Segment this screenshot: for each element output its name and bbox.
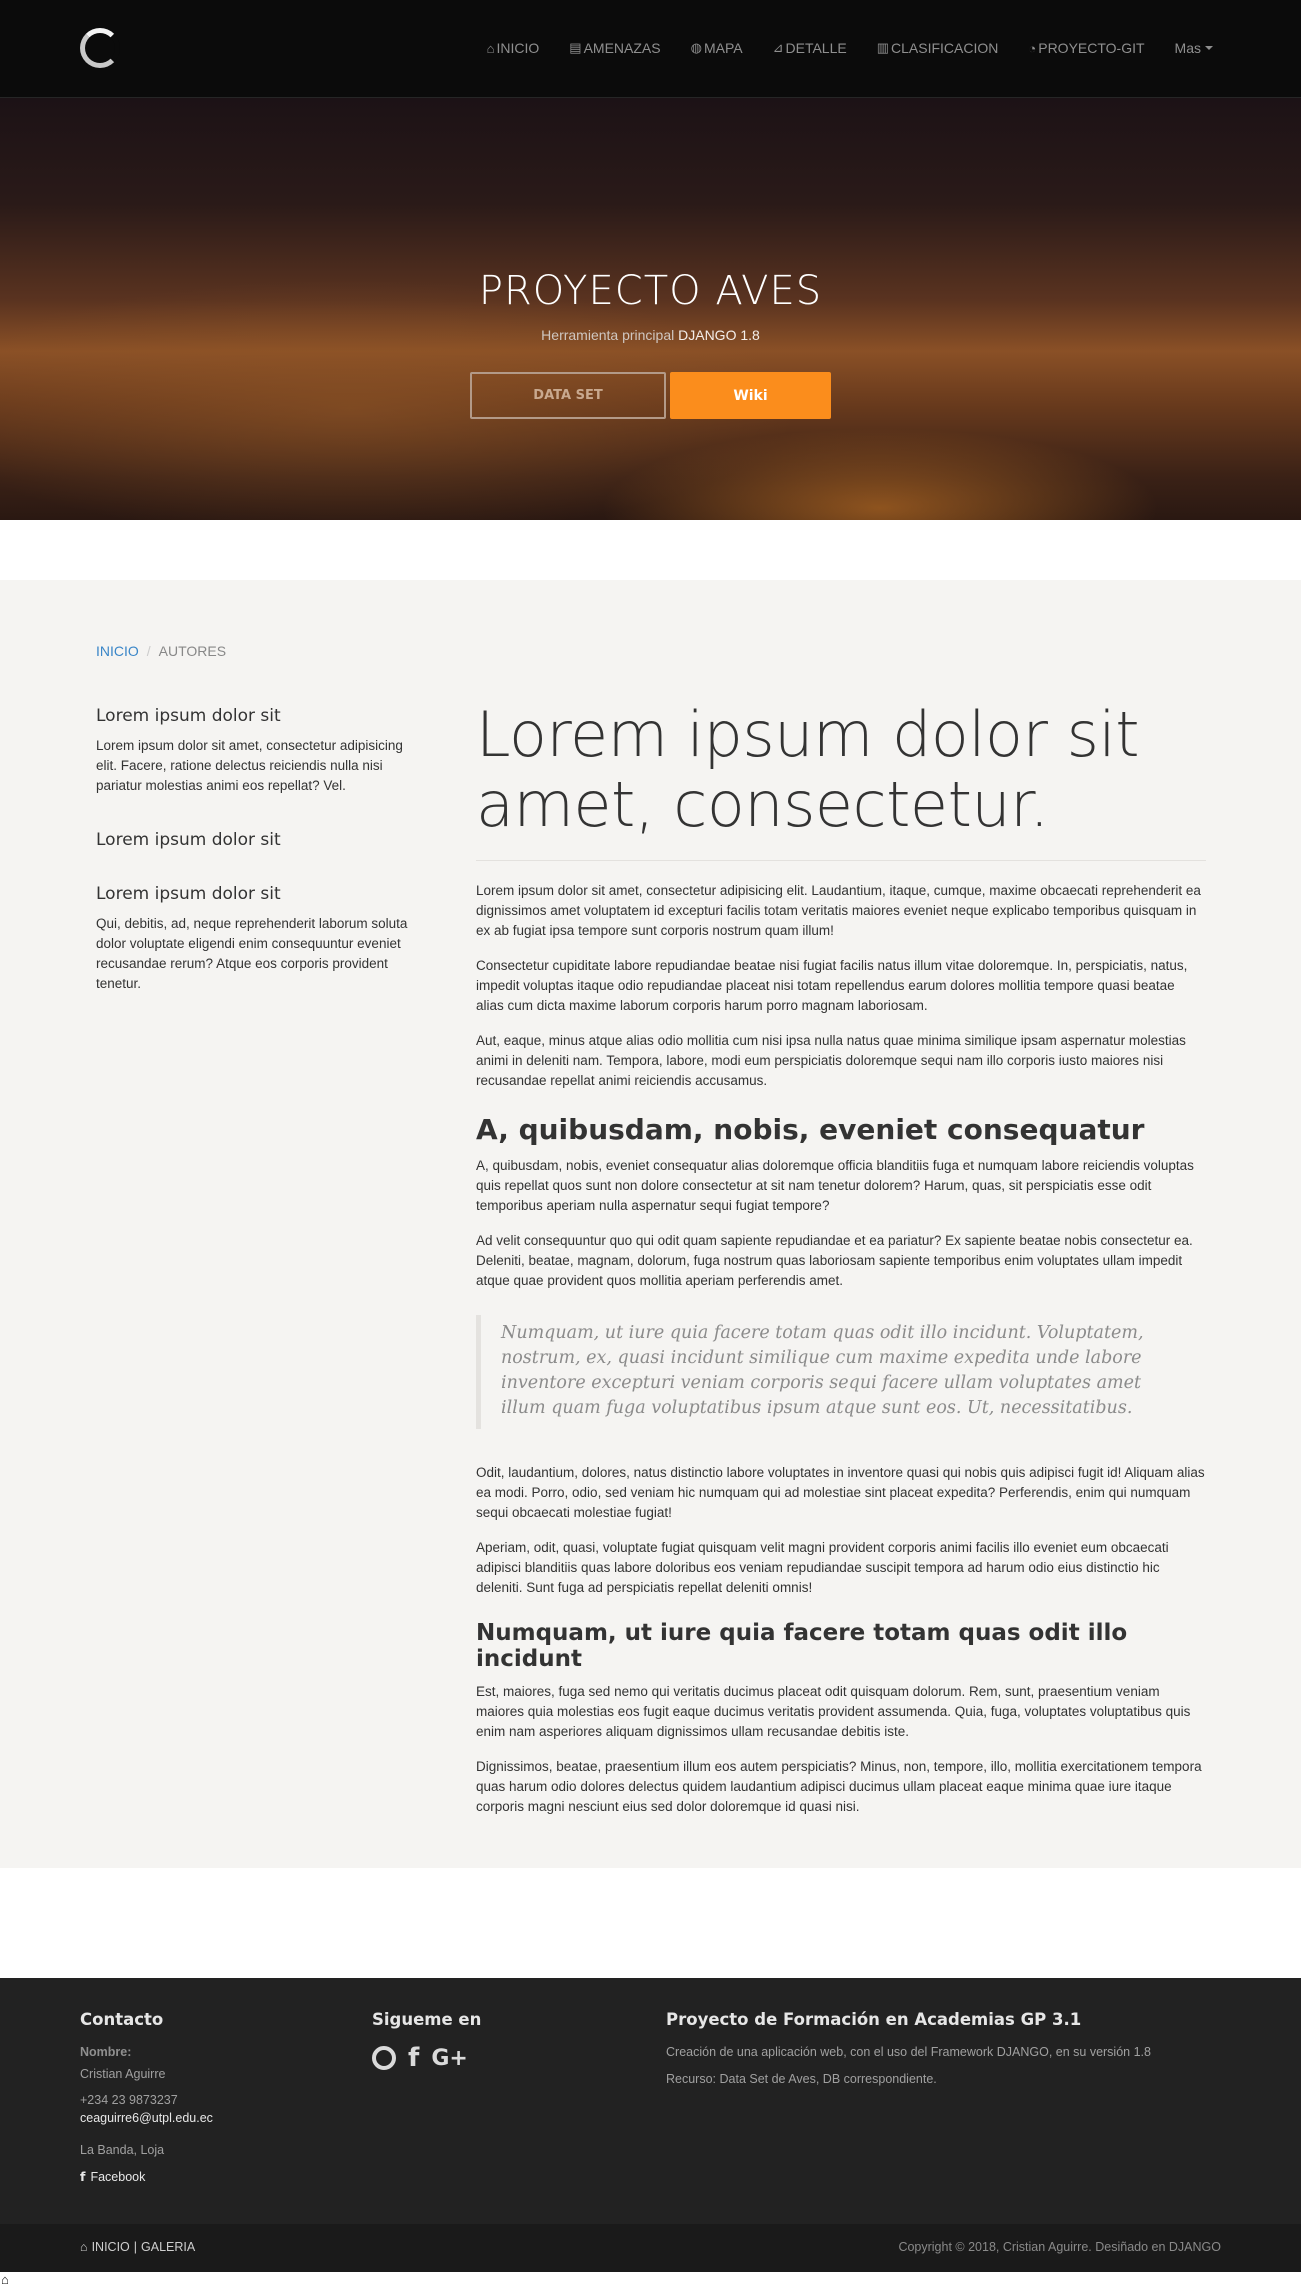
sidebar-block: Lorem ipsum dolor sit Qui, debitis, ad, … <box>96 884 426 994</box>
logo-icon[interactable] <box>80 28 120 68</box>
line-chart-icon: ⊿ <box>772 40 784 55</box>
sidebar-heading: Lorem ipsum dolor sit <box>96 830 281 850</box>
project-resource: Recurso: Data Set de Aves, DB correspond… <box>666 2072 937 2086</box>
social-icons: f G+ <box>372 2043 622 2073</box>
contact-name: Cristian Aguirre <box>80 2067 166 2081</box>
nav-item-detalle[interactable]: ⊿ DETALLE <box>773 40 847 56</box>
google-plus-icon[interactable]: G+ <box>431 2046 468 2071</box>
bottom-link-galeria[interactable]: GALERIA <box>141 2240 195 2254</box>
article-blockquote: Numquam, ut iure quia facere totam quas … <box>476 1315 1206 1429</box>
project-description: Creación de una aplicación web, con el u… <box>666 2045 1151 2059</box>
github-icon: ◔ <box>1028 40 1037 56</box>
copyright: Copyright © 2018, Cristian Aguirre. Desi… <box>898 2240 1221 2254</box>
article-paragraph: Lorem ipsum dolor sit amet, consectetur … <box>476 883 1201 938</box>
hero-subtitle: Herramienta principal DJANGO 1.8 <box>0 327 1301 343</box>
main-content: INICIO / AUTORES Lorem ipsum dolor sit L… <box>0 580 1301 1868</box>
article-paragraph: Dignissimos, beatae, praesentium illum e… <box>476 1759 1202 1814</box>
facebook-link[interactable]: f Facebook <box>80 2169 340 2184</box>
home-icon: ⌂ <box>80 2240 88 2254</box>
hero-banner: PROYECTO AVES Herramienta principal DJAN… <box>0 98 1301 520</box>
article-paragraph: Est, maiores, fuga sed nemo qui veritati… <box>476 1684 1191 1739</box>
sidebar-text: Qui, debitis, ad, neque reprehenderit la… <box>96 916 408 991</box>
contact-location: La Banda, Loja <box>80 2143 165 2157</box>
contact-email[interactable]: ceaguirre6@utpl.edu.ec <box>80 2109 340 2127</box>
dataset-button[interactable]: DATA SET <box>470 372 666 419</box>
caret-down-icon <box>1205 46 1213 50</box>
hero-subtitle-prefix: Herramienta principal <box>541 327 675 343</box>
sidebar: Lorem ipsum dolor sit Lorem ipsum dolor … <box>96 706 426 1028</box>
bottom-nav: ⌂ INICIO | GALERIA <box>80 2240 195 2254</box>
footer-project: Proyecto de Formación en Academias GP 3.… <box>666 2010 1226 2088</box>
facebook-icon[interactable]: f <box>408 2043 419 2073</box>
contact-phone: +234 23 9873237 <box>80 2093 178 2107</box>
nav-item-amenazas[interactable]: ▤ AMENAZAS <box>569 40 660 56</box>
nav-dropdown-mas[interactable]: Mas <box>1175 40 1213 56</box>
home-icon: ⌂ <box>486 40 495 56</box>
nav-item-inicio[interactable]: ⌂ INICIO <box>487 40 540 56</box>
article-paragraph: Aperiam, odit, quasi, voluptate fugiat q… <box>476 1540 1169 1595</box>
nav-label: INICIO <box>496 40 540 56</box>
nav-item-mapa[interactable]: ◍ MAPA <box>691 40 743 56</box>
bottom-separator: | <box>133 2240 138 2254</box>
footer: Contacto Nombre: Cristian Aguirre +234 2… <box>0 1978 1301 2224</box>
footer-heading: Sigueme en <box>372 2010 482 2029</box>
bottom-link-inicio[interactable]: INICIO <box>92 2240 130 2254</box>
bottom-bar: ⌂ INICIO | GALERIA Copyright © 2018, Cri… <box>0 2224 1301 2272</box>
nav-item-clasificacion[interactable]: ▥ CLASIFICACION <box>877 40 999 56</box>
article-paragraph: A, quibusdam, nobis, eveniet consequatur… <box>476 1158 1194 1213</box>
sidebar-block: Lorem ipsum dolor sit Lorem ipsum dolor … <box>96 706 426 796</box>
footer-contact: Contacto Nombre: Cristian Aguirre +234 2… <box>80 2010 340 2184</box>
footer-heading: Proyecto de Formación en Academias GP 3.… <box>666 2010 1082 2029</box>
article-title: Lorem ipsum dolor sit amet, consectetur. <box>476 698 1140 841</box>
github-icon[interactable] <box>372 2046 396 2070</box>
sidebar-heading: Lorem ipsum dolor sit <box>96 706 281 726</box>
list-icon: ▤ <box>569 40 582 55</box>
breadcrumb-home-link[interactable]: INICIO <box>96 643 139 659</box>
nav-menu: ⌂ INICIO ▤ AMENAZAS ◍ MAPA ⊿ DETALLE ▥ C… <box>487 40 1213 56</box>
article: Lorem ipsum dolor sit amet, consectetur.… <box>476 700 1206 1832</box>
area-chart-icon: ▥ <box>876 40 890 55</box>
navbar: ⌂ INICIO ▤ AMENAZAS ◍ MAPA ⊿ DETALLE ▥ C… <box>0 0 1301 98</box>
nav-label: PROYECTO-GIT <box>1038 40 1145 56</box>
facebook-icon: f <box>80 2169 86 2184</box>
footer-social: Sigueme en f G+ <box>372 2010 622 2073</box>
breadcrumb-current: AUTORES <box>158 643 227 659</box>
wiki-button[interactable]: Wiki <box>670 372 831 419</box>
breadcrumb-separator: / <box>146 643 151 659</box>
breadcrumb: INICIO / AUTORES <box>96 643 226 659</box>
footer-heading: Contacto <box>80 2010 164 2029</box>
hero-title: PROYECTO AVES <box>478 268 823 314</box>
nav-label: AMENAZAS <box>583 40 661 56</box>
contact-name-label: Nombre: <box>80 2045 132 2059</box>
sidebar-block: Lorem ipsum dolor sit <box>96 830 426 850</box>
nav-label: CLASIFICACION <box>891 40 999 56</box>
article-paragraph: Ad velit consequuntur quo qui odit quam … <box>476 1233 1193 1288</box>
article-subheading: Numquam, ut iure quia facere totam quas … <box>476 1620 1128 1672</box>
hero-subtitle-highlight: DJANGO 1.8 <box>678 327 760 343</box>
facebook-label: Facebook <box>90 2169 146 2184</box>
home-icon[interactable]: ⌂ <box>1 2272 9 2287</box>
article-paragraph: Consectetur cupiditate labore repudianda… <box>476 958 1188 1013</box>
article-paragraph: Odit, laudantium, dolores, natus distinc… <box>476 1465 1205 1520</box>
nav-label: Mas <box>1174 40 1201 56</box>
nav-label: MAPA <box>703 40 743 56</box>
sidebar-heading: Lorem ipsum dolor sit <box>96 884 281 904</box>
article-paragraph: Aut, eaque, minus atque alias odio molli… <box>476 1033 1186 1088</box>
sidebar-text: Lorem ipsum dolor sit amet, consectetur … <box>96 738 403 793</box>
article-subheading: A, quibusdam, nobis, eveniet consequatur <box>476 1113 1145 1146</box>
divider <box>476 860 1206 861</box>
globe-icon: ◍ <box>690 40 702 55</box>
nav-label: DETALLE <box>785 40 847 56</box>
nav-item-proyecto-git[interactable]: ◔ PROYECTO-GIT <box>1028 40 1144 56</box>
